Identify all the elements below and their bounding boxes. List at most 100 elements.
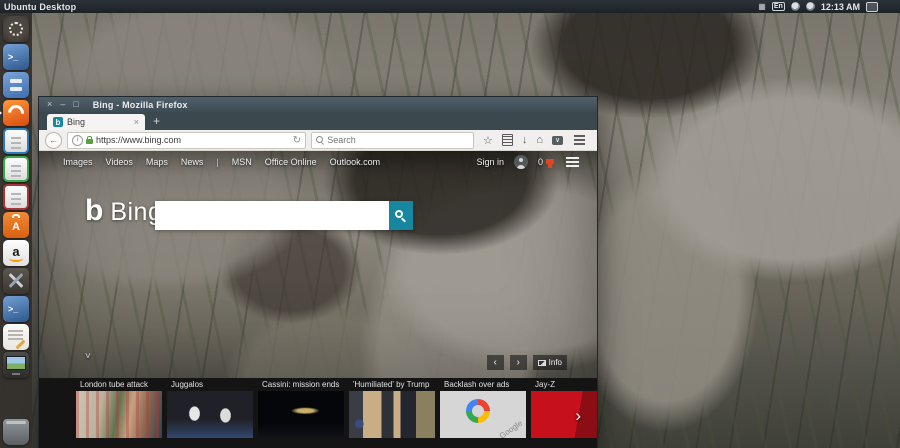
minimize-window-icon[interactable]: – <box>60 100 65 109</box>
news-card-label: 'Humiliated' by Trump <box>349 378 435 391</box>
sign-in-link[interactable]: Sign in <box>476 157 504 167</box>
launcher-terminal-icon[interactable]: >_ <box>3 44 29 70</box>
nav-msn[interactable]: MSN <box>232 157 252 167</box>
news-card[interactable]: Cassini: mission ends <box>258 378 344 448</box>
firefox-window: × – □ Bing - Mozilla Firefox b Bing × + … <box>38 96 598 448</box>
launcher-system-settings-icon[interactable] <box>3 268 29 294</box>
search-bar[interactable] <box>311 132 474 149</box>
news-card[interactable]: 'Humiliated' by Trump <box>349 378 435 448</box>
tab-bing[interactable]: b Bing × <box>47 114 145 130</box>
launcher-screenshot-tool-icon[interactable] <box>3 352 29 378</box>
session-menu-icon[interactable] <box>866 2 878 12</box>
rewards-count: 0 <box>538 157 543 167</box>
https-lock-icon[interactable] <box>86 139 93 144</box>
scroll-down-chevron-icon[interactable]: ˅ <box>85 351 91 362</box>
bing-logo-mark: b <box>85 197 103 225</box>
nav-videos[interactable]: Videos <box>106 157 133 167</box>
avatar-icon[interactable] <box>514 155 528 169</box>
bing-menu-icon[interactable] <box>566 161 579 163</box>
carousel-prev-button[interactable]: ‹ <box>487 355 504 370</box>
news-card[interactable]: Juggalos <box>167 378 253 448</box>
amazon-a-glyph: a <box>3 240 29 266</box>
window-title: Bing - Mozilla Firefox <box>93 100 188 110</box>
pocket-icon[interactable]: ∨ <box>552 136 563 145</box>
home-icon[interactable]: ⌂ <box>536 134 543 146</box>
back-button[interactable]: ← <box>45 132 62 149</box>
image-info-button[interactable]: Info <box>533 355 567 370</box>
network-icon[interactable] <box>806 2 815 11</box>
carousel-controls: ‹ › Info <box>487 355 567 370</box>
page-info-icon[interactable]: i <box>72 135 83 146</box>
news-card-image: Google <box>440 391 526 438</box>
launcher-ubuntu-dash-icon[interactable] <box>3 16 29 42</box>
volume-icon[interactable] <box>791 2 800 11</box>
launcher-file-manager-icon[interactable] <box>3 72 29 98</box>
software-a-glyph: A <box>3 212 29 238</box>
news-strip-next-icon[interactable]: › <box>575 408 581 424</box>
launcher-text-editor-icon[interactable] <box>3 324 29 350</box>
launcher-firefox-icon[interactable] <box>3 100 29 126</box>
rewards-widget[interactable]: 0 <box>538 157 554 167</box>
new-tab-button[interactable]: + <box>153 114 160 128</box>
launcher-libreoffice-impress-icon[interactable] <box>3 184 29 210</box>
clock[interactable]: 12:13 AM <box>821 2 860 12</box>
bing-logo: b Bing <box>85 197 162 227</box>
url-bar[interactable]: i ↻ <box>67 132 306 149</box>
nav-separator: | <box>216 157 218 167</box>
carousel-next-button[interactable]: › <box>510 355 527 370</box>
top-panel: Ubuntu Desktop ▦ En 12:13 AM <box>0 0 900 13</box>
bing-page: Images Videos Maps News | MSN Office Onl… <box>39 151 597 448</box>
search-icon <box>395 210 407 222</box>
tab-label: Bing <box>67 117 130 127</box>
launcher-software-center-icon[interactable]: A <box>3 212 29 238</box>
news-strip: London tube attack Juggalos Cassini: mis… <box>39 378 597 448</box>
news-card-label: Backlash over ads <box>440 378 526 391</box>
launcher-libreoffice-writer-icon[interactable] <box>3 128 29 154</box>
browser-search-input[interactable] <box>327 135 469 145</box>
nav-outlook[interactable]: Outlook.com <box>330 157 381 167</box>
launcher: >_ A a >_ <box>0 13 32 448</box>
nav-maps[interactable]: Maps <box>146 157 168 167</box>
news-card-image <box>349 391 435 438</box>
library-icon[interactable] <box>502 134 513 146</box>
launcher-libreoffice-calc-icon[interactable] <box>3 156 29 182</box>
launcher-terminal2-icon[interactable]: >_ <box>3 296 29 322</box>
terminal-prompt-glyph: >_ <box>3 44 29 70</box>
nav-news[interactable]: News <box>181 157 204 167</box>
info-label: Info <box>549 358 562 367</box>
nav-office-online[interactable]: Office Online <box>265 157 317 167</box>
news-card-label: Juggalos <box>167 378 253 391</box>
bing-search-input[interactable] <box>155 201 389 230</box>
launcher-trash-icon[interactable] <box>3 419 29 445</box>
google-watermark: Google <box>498 418 524 438</box>
url-input[interactable] <box>96 135 290 145</box>
terminal-prompt-glyph: >_ <box>3 296 29 322</box>
tab-bar: b Bing × + <box>39 112 597 130</box>
close-window-icon[interactable]: × <box>47 100 52 109</box>
tab-close-icon[interactable]: × <box>134 117 139 127</box>
hamburger-menu-icon[interactable] <box>574 139 585 141</box>
maximize-window-icon[interactable]: □ <box>73 100 78 109</box>
rewards-trophy-icon <box>546 159 554 165</box>
news-card[interactable]: Jay-Z <box>531 378 597 448</box>
keyboard-indicator-icon[interactable]: ▦ <box>758 3 766 11</box>
panel-title: Ubuntu Desktop <box>4 2 76 12</box>
news-card-label: Jay-Z <box>531 378 597 391</box>
running-indicator <box>0 109 6 117</box>
news-card[interactable]: London tube attack <box>76 378 162 448</box>
bing-search-button[interactable] <box>389 201 413 230</box>
downloads-icon[interactable]: ↓ <box>522 134 528 146</box>
reload-icon[interactable]: ↻ <box>293 135 301 146</box>
nav-images[interactable]: Images <box>63 157 93 167</box>
news-card-image <box>76 391 162 438</box>
language-indicator[interactable]: En <box>772 2 785 11</box>
news-card-label: London tube attack <box>76 378 162 391</box>
bing-favicon: b <box>53 117 63 127</box>
desktop: Ubuntu Desktop ▦ En 12:13 AM >_ A a >_ × <box>0 0 900 448</box>
news-card-image <box>167 391 253 438</box>
window-titlebar[interactable]: × – □ Bing - Mozilla Firefox <box>39 97 597 112</box>
bookmark-star-icon[interactable]: ☆ <box>483 134 493 147</box>
launcher-amazon-icon[interactable]: a <box>3 240 29 266</box>
news-card[interactable]: Backlash over ads Google <box>440 378 526 448</box>
news-card-image <box>531 391 597 438</box>
